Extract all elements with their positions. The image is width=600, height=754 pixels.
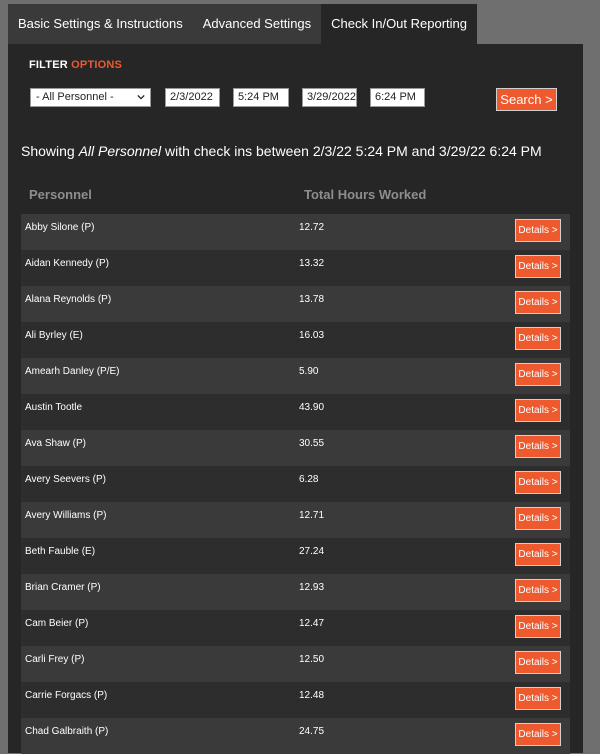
tab-basic-settings[interactable]: Basic Settings & Instructions: [8, 4, 193, 44]
summary-personnel: All Personnel: [78, 143, 162, 159]
total-hours: 6.28: [299, 474, 319, 485]
personnel-name: Beth Fauble (E): [25, 546, 96, 557]
total-hours: 30.55: [299, 438, 325, 449]
summary-prefix: Showing: [21, 143, 75, 159]
personnel-select-value: - All Personnel -: [36, 91, 114, 103]
personnel-name: Ava Shaw (P): [25, 438, 86, 449]
table-row: Cam Beier (P) 12.47 Details >: [21, 610, 570, 646]
total-hours: 12.47: [299, 618, 325, 629]
personnel-name: Carrie Forgacs (P): [25, 690, 108, 701]
reporting-panel: FILTER OPTIONS - All Personnel - 2/3/202…: [8, 44, 583, 754]
personnel-name: Ali Byrley (E): [25, 330, 83, 341]
total-hours: 12.93: [299, 582, 325, 593]
total-hours: 12.71: [299, 510, 325, 521]
table-row: Amearh Danley (P/E) 5.90 Details >: [21, 358, 570, 394]
personnel-name: Amearh Danley (P/E): [25, 366, 120, 377]
details-button[interactable]: Details >: [515, 327, 561, 350]
personnel-select[interactable]: - All Personnel -: [30, 88, 151, 107]
details-button[interactable]: Details >: [515, 435, 561, 458]
details-button[interactable]: Details >: [515, 471, 561, 494]
end-date-input[interactable]: 3/29/2022: [302, 88, 357, 107]
personnel-name: Avery Seevers (P): [25, 474, 106, 485]
personnel-hours-table: Abby Silone (P) 12.72 Details > Aidan Kenne…: [21, 214, 570, 754]
table-row: Chad Galbraith (P) 24.75 Details >: [21, 718, 570, 754]
total-hours: 12.72: [299, 222, 325, 233]
summary-range: with check ins between 2/3/22 5:24 PM an…: [164, 143, 542, 159]
filter-options-heading: FILTER OPTIONS: [29, 59, 122, 71]
details-button[interactable]: Details >: [515, 651, 561, 674]
personnel-name: Chad Galbraith (P): [25, 726, 109, 737]
details-button[interactable]: Details >: [515, 363, 561, 386]
personnel-name: Abby Silone (P): [25, 222, 95, 233]
table-row: Ava Shaw (P) 30.55 Details >: [21, 430, 570, 466]
table-row: Carrie Forgacs (P) 12.48 Details >: [21, 682, 570, 718]
filter-heading-text: FILTER: [29, 59, 68, 71]
total-hours: 27.24: [299, 546, 325, 557]
results-summary: Showing All Personnel with check ins bet…: [21, 143, 542, 159]
total-hours: 5.90: [299, 366, 319, 377]
personnel-name: Cam Beier (P): [25, 618, 89, 629]
details-button[interactable]: Details >: [515, 687, 561, 710]
filter-heading-accent: OPTIONS: [71, 59, 123, 71]
details-button[interactable]: Details >: [515, 291, 561, 314]
details-button[interactable]: Details >: [515, 615, 561, 638]
details-button[interactable]: Details >: [515, 219, 561, 242]
total-hours: 16.03: [299, 330, 325, 341]
personnel-name: Avery Williams (P): [25, 510, 107, 521]
table-row: Alana Reynolds (P) 13.78 Details >: [21, 286, 570, 322]
details-button[interactable]: Details >: [515, 507, 561, 530]
total-hours: 12.50: [299, 654, 325, 665]
total-hours: 13.78: [299, 294, 325, 305]
chevron-down-icon: [137, 94, 145, 100]
personnel-name: Brian Cramer (P): [25, 582, 101, 593]
table-row: Austin Tootle 43.90 Details >: [21, 394, 570, 430]
table-row: Avery Williams (P) 12.71 Details >: [21, 502, 570, 538]
table-row: Beth Fauble (E) 27.24 Details >: [21, 538, 570, 574]
personnel-name: Alana Reynolds (P): [25, 294, 112, 305]
table-row: Carli Frey (P) 12.50 Details >: [21, 646, 570, 682]
table-row: Ali Byrley (E) 16.03 Details >: [21, 322, 570, 358]
column-header-hours: Total Hours Worked: [304, 187, 427, 202]
total-hours: 12.48: [299, 690, 325, 701]
total-hours: 43.90: [299, 402, 325, 413]
personnel-name: Carli Frey (P): [25, 654, 85, 665]
details-button[interactable]: Details >: [515, 399, 561, 422]
details-button[interactable]: Details >: [515, 723, 561, 746]
start-time-input[interactable]: 5:24 PM: [233, 88, 289, 107]
total-hours: 13.32: [299, 258, 325, 269]
personnel-name: Austin Tootle: [25, 402, 83, 413]
personnel-name: Aidan Kennedy (P): [25, 258, 109, 269]
details-button[interactable]: Details >: [515, 543, 561, 566]
tab-advanced-settings[interactable]: Advanced Settings: [192, 4, 322, 44]
tab-bar: Basic Settings & Instructions Advanced S…: [8, 4, 478, 44]
search-button[interactable]: Search >: [496, 88, 557, 111]
details-button[interactable]: Details >: [515, 255, 561, 278]
column-header-personnel: Personnel: [29, 187, 92, 202]
total-hours: 24.75: [299, 726, 325, 737]
table-row: Aidan Kennedy (P) 13.32 Details >: [21, 250, 570, 286]
details-button[interactable]: Details >: [515, 579, 561, 602]
end-time-input[interactable]: 6:24 PM: [370, 88, 425, 107]
table-row: Abby Silone (P) 12.72 Details >: [21, 214, 570, 250]
table-row: Brian Cramer (P) 12.93 Details >: [21, 574, 570, 610]
tab-check-in-out-reporting[interactable]: Check In/Out Reporting: [321, 4, 478, 44]
start-date-input[interactable]: 2/3/2022: [165, 88, 220, 107]
table-row: Avery Seevers (P) 6.28 Details >: [21, 466, 570, 502]
